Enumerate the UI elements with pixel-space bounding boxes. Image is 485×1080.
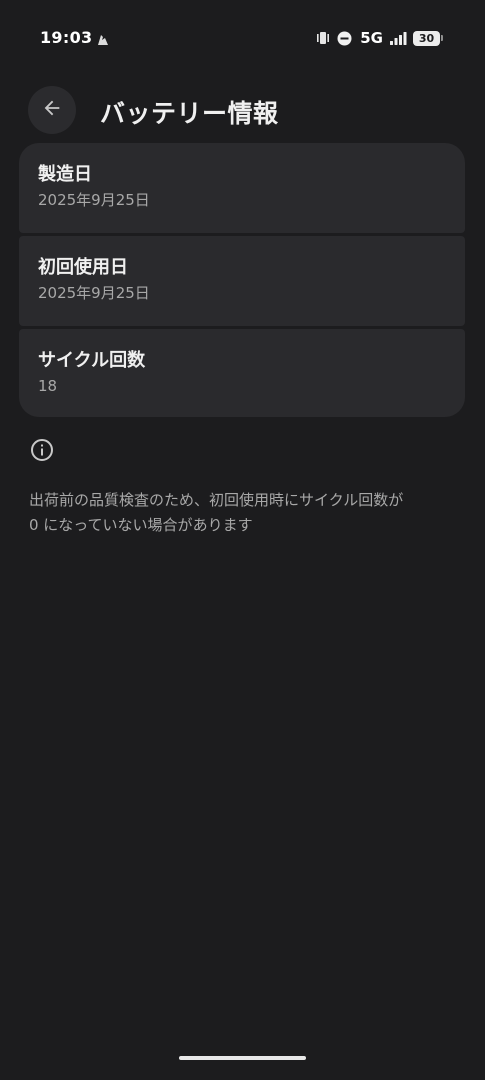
cycle-count-note: 出荷前の品質検査のため、初回使用時にサイクル回数が 0 になっていない場合があり…: [29, 488, 459, 538]
cycle-count-title: サイクル回数: [38, 350, 146, 371]
cycle-count-value: 18: [38, 377, 58, 395]
vibrate-icon: [315, 31, 331, 45]
first-use-date-title: 初回使用日: [38, 257, 128, 278]
back-button[interactable]: [28, 86, 76, 134]
cycle-count-item: サイクル回数 18: [19, 329, 465, 417]
battery-level: 30: [413, 30, 440, 46]
app-bar: バッテリー情報: [0, 86, 485, 134]
first-use-date-item: 初回使用日 2025年9月25日: [19, 236, 465, 326]
manufacture-date-title: 製造日: [38, 164, 92, 185]
note-line-2: 0 になっていない場合があります: [29, 516, 253, 534]
status-time: 19:03: [40, 28, 93, 47]
signal-icon: [389, 31, 407, 45]
battery-info-list: 製造日 2025年9月25日 初回使用日 2025年9月25日 サイクル回数 1…: [19, 143, 465, 417]
info-icon: [30, 438, 54, 462]
do-not-disturb-icon: [337, 31, 352, 46]
home-indicator[interactable]: [179, 1056, 306, 1060]
status-bar: 19:03 5G 30: [0, 0, 485, 76]
manufacture-date-value: 2025年9月25日: [38, 191, 150, 209]
battery-tip: [441, 35, 443, 41]
manufacture-date-item: 製造日 2025年9月25日: [19, 143, 465, 233]
arrow-left-icon: [41, 97, 63, 123]
status-icons: 5G 30: [315, 28, 443, 48]
first-use-date-value: 2025年9月25日: [38, 284, 150, 302]
page-title: バッテリー情報: [100, 99, 279, 128]
network-type: 5G: [360, 29, 383, 47]
note-line-1: 出荷前の品質検査のため、初回使用時にサイクル回数が: [29, 491, 404, 509]
notification-icon: [96, 32, 110, 46]
battery-indicator: 30: [413, 30, 443, 46]
